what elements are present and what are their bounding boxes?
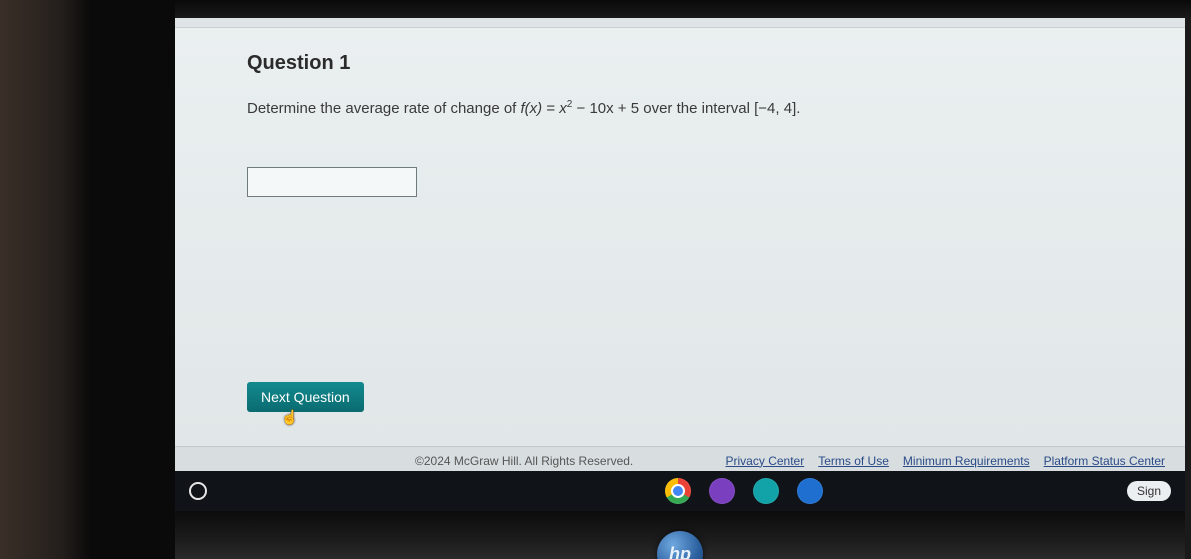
equals-sign: = bbox=[542, 100, 559, 117]
expr-rest: − 10x + 5 bbox=[572, 100, 639, 117]
app-icon-teal[interactable] bbox=[753, 478, 779, 504]
chrome-icon[interactable] bbox=[665, 478, 691, 504]
question-title: Question 1 bbox=[247, 52, 1137, 75]
app-icon-purple[interactable] bbox=[709, 478, 735, 504]
prompt-suffix: over the interval [−4, 4]. bbox=[639, 100, 800, 117]
launcher-icon[interactable] bbox=[189, 482, 207, 500]
laptop-bottom-bezel: hp bbox=[175, 511, 1185, 559]
app-icon-blue[interactable] bbox=[797, 478, 823, 504]
minimum-requirements-link[interactable]: Minimum Requirements bbox=[903, 454, 1030, 468]
browser-chrome-strip bbox=[175, 18, 1185, 28]
question-panel: Question 1 Determine the average rate of… bbox=[175, 28, 1185, 446]
expr-x: x bbox=[559, 100, 567, 117]
next-question-button[interactable]: Next Question bbox=[247, 382, 364, 412]
answer-input[interactable] bbox=[247, 167, 417, 197]
terms-of-use-link[interactable]: Terms of Use bbox=[818, 454, 889, 468]
hp-logo-icon: hp bbox=[657, 531, 703, 559]
platform-status-link[interactable]: Platform Status Center bbox=[1044, 454, 1165, 468]
question-prompt: Determine the average rate of change of … bbox=[247, 97, 1137, 121]
privacy-center-link[interactable]: Privacy Center bbox=[726, 454, 805, 468]
prompt-prefix: Determine the average rate of change of bbox=[247, 100, 521, 117]
laptop-bezel-left bbox=[0, 0, 175, 559]
function-label: f(x) bbox=[521, 100, 543, 117]
copyright-text: ©2024 McGraw Hill. All Rights Reserved. bbox=[415, 454, 633, 468]
sign-pill[interactable]: Sign bbox=[1127, 481, 1171, 501]
chromeos-shelf: Sign bbox=[175, 471, 1185, 511]
laptop-bezel-top bbox=[175, 0, 1191, 18]
shelf-pinned-apps bbox=[665, 478, 823, 504]
screen-area: Question 1 Determine the average rate of… bbox=[175, 18, 1185, 474]
shelf-status-area: Sign bbox=[1127, 481, 1171, 501]
footer-bar: ©2024 McGraw Hill. All Rights Reserved. … bbox=[175, 446, 1185, 474]
